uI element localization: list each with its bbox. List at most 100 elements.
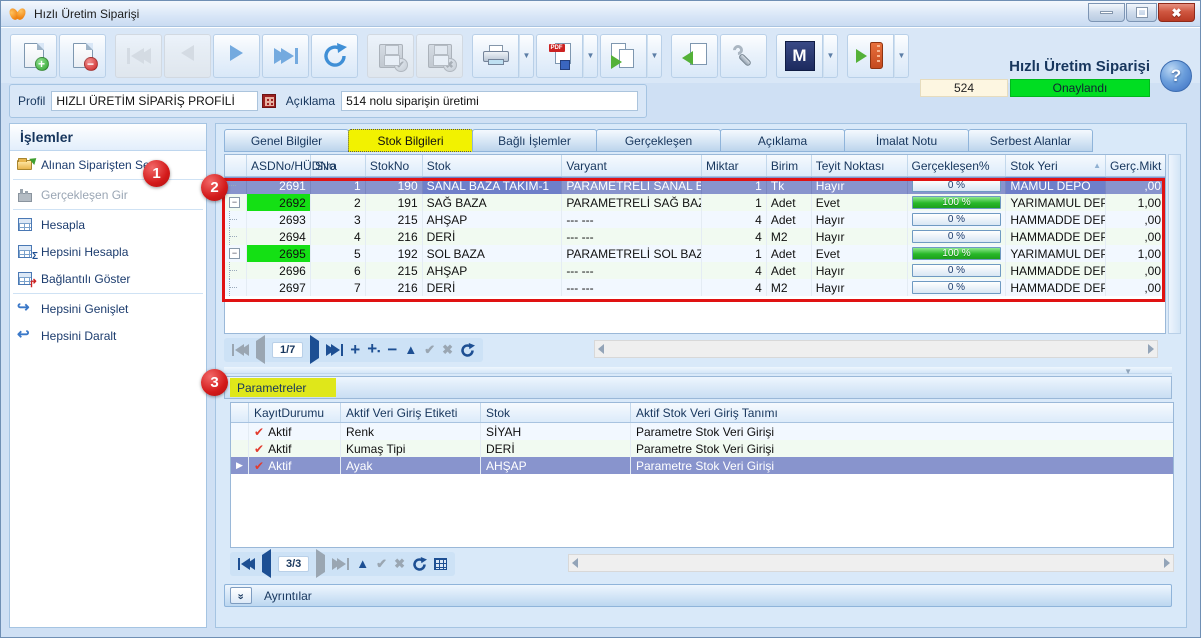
tab-imalat-notu[interactable]: İmalat Notu bbox=[844, 129, 969, 152]
sidebar-item-gerceklesen-gir[interactable]: Gerçekleşen Gir bbox=[10, 181, 206, 208]
tab-bagli-islemler[interactable]: Bağlı İşlemler bbox=[472, 129, 597, 152]
sidebar-item-hesapla[interactable]: Hesapla bbox=[10, 211, 206, 238]
profil-input[interactable] bbox=[51, 91, 258, 111]
scroll-left-icon[interactable] bbox=[572, 558, 578, 568]
sidebar-item-hepsini-hesapla[interactable]: Σ Hepsini Hesapla bbox=[10, 238, 206, 265]
column-header[interactable]: Teyit Noktası bbox=[812, 155, 908, 176]
table-row[interactable]: ✔Aktif Renk SİYAH Parametre Stok Veri Gi… bbox=[231, 423, 1173, 440]
scroll-left-icon[interactable] bbox=[598, 344, 604, 354]
sidebar-item-hepsini-genislet[interactable]: ↪ Hepsini Genişlet bbox=[10, 295, 206, 322]
nav-next-button[interactable] bbox=[310, 341, 319, 359]
last-record-button[interactable] bbox=[262, 34, 309, 78]
nav-first-button[interactable] bbox=[238, 558, 255, 570]
nav-refresh-icon[interactable] bbox=[460, 343, 475, 358]
minimize-button[interactable] bbox=[1088, 3, 1125, 22]
m-module-button[interactable]: M bbox=[776, 34, 823, 78]
horizontal-scrollbar[interactable] bbox=[568, 554, 1174, 572]
nav-delete-button[interactable]: − bbox=[387, 343, 397, 357]
column-header[interactable]: Gerç.Mikt bbox=[1106, 155, 1165, 176]
column-header[interactable]: Aktif Stok Veri Giriş Tanımı bbox=[631, 403, 811, 422]
nav-cancel-button[interactable]: ✖ bbox=[394, 557, 405, 571]
nav-add-child-button[interactable]: +▪ bbox=[367, 342, 380, 358]
scroll-right-icon[interactable] bbox=[1164, 558, 1170, 568]
expand-all-icon: ↪ bbox=[17, 301, 35, 317]
nav-edit-button[interactable]: ▲ bbox=[404, 343, 417, 357]
save-button[interactable]: ✔ bbox=[367, 34, 414, 78]
table-row[interactable]: 2691 1 190 SANAL BAZA TAKIM-1 PARAMETREL… bbox=[225, 177, 1165, 194]
tab-gerceklesen[interactable]: Gerçekleşen bbox=[596, 129, 721, 152]
column-header[interactable]: ASDNo/HÜDNo bbox=[247, 155, 311, 176]
table-row[interactable]: ▶ ✔Aktif Ayak AHŞAP Parametre Stok Veri … bbox=[231, 457, 1173, 474]
tools-button[interactable] bbox=[720, 34, 767, 78]
profil-lookup-icon[interactable] bbox=[262, 94, 276, 108]
nav-post-button[interactable]: ✔ bbox=[424, 343, 435, 357]
print-dropdown[interactable]: ▼ bbox=[519, 34, 534, 78]
copy-transfer-dropdown[interactable]: ▼ bbox=[647, 34, 662, 78]
table-row[interactable]: 2693 3 215 AHŞAP --- --- 4 Adet Hayır 0 … bbox=[225, 211, 1165, 228]
tree-collapse-icon[interactable]: − bbox=[229, 248, 240, 259]
help-button[interactable]: ? bbox=[1160, 60, 1192, 92]
new-record-button[interactable]: + bbox=[10, 34, 57, 78]
column-header[interactable]: Varyant bbox=[562, 155, 702, 176]
next-record-button[interactable] bbox=[213, 34, 260, 78]
tab-genel-bilgiler[interactable]: Genel Bilgiler bbox=[224, 129, 349, 152]
print-button[interactable] bbox=[472, 34, 519, 78]
column-header[interactable]: Stok bbox=[481, 403, 631, 422]
table-row[interactable]: − 2695 5 192 SOL BAZA PARAMETRELİ SOL BA… bbox=[225, 245, 1165, 262]
refresh-button[interactable] bbox=[311, 34, 358, 78]
table-row[interactable]: − 2692 2 191 SAĞ BAZA PARAMETRELİ SAĞ BA… bbox=[225, 194, 1165, 211]
column-header[interactable]: StokNo bbox=[366, 155, 423, 176]
first-record-button[interactable] bbox=[115, 34, 162, 78]
column-header[interactable]: Stok bbox=[423, 155, 563, 176]
nav-last-button[interactable] bbox=[326, 344, 343, 356]
table-row[interactable]: 2696 6 215 AHŞAP --- --- 4 Adet Hayır 0 … bbox=[225, 262, 1165, 279]
nav-next-button[interactable] bbox=[316, 555, 325, 573]
exit-button[interactable] bbox=[847, 34, 894, 78]
column-header[interactable]: Aktif Veri Giriş Etiketi bbox=[341, 403, 481, 422]
nav-prev-button[interactable] bbox=[256, 341, 265, 359]
tab-aciklama[interactable]: Açıklama bbox=[720, 129, 845, 152]
sidebar-item-alinan-siparisten-sec[interactable]: Alınan Siparişten Seç bbox=[10, 151, 206, 178]
export-pdf-dropdown[interactable]: ▼ bbox=[583, 34, 598, 78]
import-back-button[interactable] bbox=[671, 34, 718, 78]
column-header[interactable]: KayıtDurumu bbox=[249, 403, 341, 422]
nav-last-button[interactable] bbox=[332, 558, 349, 570]
column-header-sorted[interactable]: Stok Yeri▲ bbox=[1006, 155, 1106, 176]
column-header[interactable]: Miktar bbox=[702, 155, 767, 176]
delete-record-button[interactable]: − bbox=[59, 34, 106, 78]
vertical-scrollbar[interactable] bbox=[1168, 154, 1181, 334]
copy-transfer-button[interactable] bbox=[600, 34, 647, 78]
restore-button[interactable] bbox=[1126, 3, 1157, 22]
nav-edit-button[interactable]: ▲ bbox=[356, 557, 369, 571]
m-module-dropdown[interactable]: ▼ bbox=[823, 34, 838, 78]
nav-add-button[interactable]: + bbox=[350, 343, 360, 357]
tab-serbest-alanlar[interactable]: Serbest Alanlar bbox=[968, 129, 1093, 152]
sidebar-item-hepsini-daralt[interactable]: ↩ Hepsini Daralt bbox=[10, 322, 206, 349]
export-pdf-button[interactable]: PDF bbox=[536, 34, 583, 78]
horizontal-scrollbar[interactable] bbox=[594, 340, 1158, 358]
nav-cancel-button[interactable]: ✖ bbox=[442, 343, 453, 357]
tab-stok-bilgileri[interactable]: Stok Bilgileri bbox=[348, 129, 473, 152]
table-row[interactable]: 2697 7 216 DERİ --- --- 4 M2 Hayır 0 % H… bbox=[225, 279, 1165, 296]
aciklama-input[interactable] bbox=[341, 91, 638, 111]
sidebar-item-baglantili-goster[interactable]: ↱ Bağlantılı Göster bbox=[10, 265, 206, 292]
expand-details-button[interactable]: » bbox=[230, 587, 252, 604]
nav-post-button[interactable]: ✔ bbox=[376, 557, 387, 571]
tree-collapse-icon[interactable]: − bbox=[229, 197, 240, 208]
parameters-grid: KayıtDurumu Aktif Veri Giriş Etiketi Sto… bbox=[230, 402, 1174, 548]
scroll-right-icon[interactable] bbox=[1148, 344, 1154, 354]
nav-refresh-icon[interactable] bbox=[412, 557, 427, 572]
exit-dropdown[interactable]: ▼ bbox=[894, 34, 909, 78]
column-header[interactable]: Gerçekleşen% bbox=[908, 155, 1007, 176]
splitter[interactable]: ▼ bbox=[224, 367, 1172, 374]
cancel-save-button[interactable]: ✖ bbox=[416, 34, 463, 78]
nav-grid-view-icon[interactable] bbox=[434, 558, 447, 570]
column-header[interactable]: Sıra bbox=[311, 155, 366, 176]
close-button[interactable]: ✖ bbox=[1158, 3, 1195, 22]
column-header[interactable]: Birim bbox=[767, 155, 812, 176]
table-row[interactable]: ✔Aktif Kumaş Tipi DERİ Parametre Stok Ve… bbox=[231, 440, 1173, 457]
nav-first-button[interactable] bbox=[232, 344, 249, 356]
nav-prev-button[interactable] bbox=[262, 555, 271, 573]
previous-record-button[interactable] bbox=[164, 34, 211, 78]
table-row[interactable]: 2694 4 216 DERİ --- --- 4 M2 Hayır 0 % H… bbox=[225, 228, 1165, 245]
